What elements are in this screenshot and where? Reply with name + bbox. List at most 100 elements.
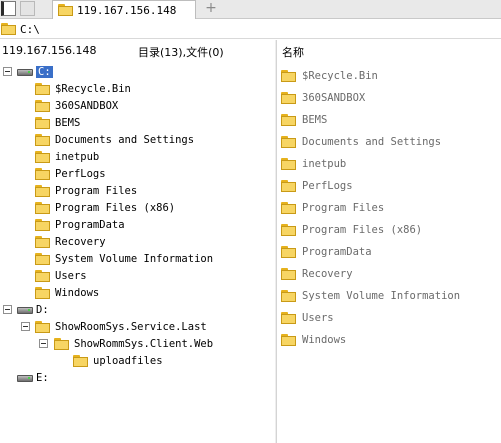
tree-node-e-drive[interactable]: E:: [17, 369, 49, 386]
tree-node-label: Windows: [55, 286, 100, 299]
folder-icon: [281, 92, 296, 104]
list-item[interactable]: PerfLogs: [281, 177, 353, 195]
list-item-label: Program Files (x86): [302, 224, 423, 236]
tree-node-d-drive[interactable]: D:: [17, 301, 49, 318]
folder-icon: [35, 82, 50, 95]
tree-node-uploadfiles[interactable]: uploadfiles: [73, 352, 163, 369]
folder-icon: [1, 23, 16, 35]
tab-current[interactable]: 119.167.156.148: [52, 0, 196, 19]
folder-icon: [281, 224, 296, 236]
item-counts: 目录(13),文件(0): [138, 46, 224, 59]
collapse-icon[interactable]: [39, 339, 48, 348]
tree-node-label: ProgramData: [55, 218, 125, 231]
tree-node-folder[interactable]: ProgramData: [35, 216, 125, 233]
list-item-label: BEMS: [302, 114, 328, 126]
list-item-label: $Recycle.Bin: [302, 70, 378, 82]
tree-node-label: inetpub: [55, 150, 100, 163]
list-item-label: ProgramData: [302, 246, 372, 258]
folder-icon: [281, 158, 296, 170]
tree-node-folder[interactable]: 360SANDBOX: [35, 97, 118, 114]
list-item[interactable]: Recovery: [281, 265, 353, 283]
folder-icon: [281, 202, 296, 214]
column-header-name[interactable]: 名称: [282, 44, 304, 60]
tree-node-label: Program Files (x86): [55, 201, 176, 214]
tab-bar: 119.167.156.148 +: [0, 0, 501, 19]
list-item-label: inetpub: [302, 158, 347, 170]
collapse-icon[interactable]: [3, 305, 12, 314]
folder-icon: [35, 218, 50, 231]
drive-icon: [17, 373, 33, 383]
list-item[interactable]: Program Files (x86): [281, 221, 422, 239]
list-item[interactable]: Windows: [281, 331, 346, 349]
list-item[interactable]: System Volume Information: [281, 287, 460, 305]
tree-node-label: D:: [36, 303, 49, 316]
tree-node-label: E:: [36, 371, 49, 384]
blank-page-icon[interactable]: [20, 1, 35, 16]
drive-icon: [17, 305, 33, 315]
folder-icon: [35, 150, 50, 163]
list-item-label: Recovery: [302, 268, 353, 280]
folder-icon: [54, 337, 69, 350]
tree-node-label: ShowRommSys.Client.Web: [74, 337, 214, 350]
path-bar[interactable]: C:\: [0, 20, 501, 39]
list-item[interactable]: inetpub: [281, 155, 346, 173]
folder-icon: [281, 268, 296, 280]
list-item[interactable]: $Recycle.Bin: [281, 67, 378, 85]
tree-node-folder[interactable]: Documents and Settings: [35, 131, 194, 148]
tree-node-service[interactable]: ShowRoomSys.Service.Last: [35, 318, 207, 335]
add-tab-button[interactable]: +: [204, 0, 218, 18]
list-item-label: Users: [302, 312, 334, 324]
tree-node-label: Program Files: [55, 184, 138, 197]
path-value: C:\: [20, 22, 40, 36]
tree-node-label: $Recycle.Bin: [55, 82, 131, 95]
list-item-label: Documents and Settings: [302, 136, 442, 148]
tab-title: 119.167.156.148: [77, 3, 177, 17]
tree-node-folder[interactable]: BEMS: [35, 114, 80, 131]
tree-node-client-web[interactable]: ShowRommSys.Client.Web: [54, 335, 213, 352]
folder-icon: [35, 167, 50, 180]
list-item[interactable]: Program Files: [281, 199, 384, 217]
folder-tree: C: $Recycle.Bin 360SANDBOX BEMS Documents a…: [0, 60, 275, 443]
tree-node-folder[interactable]: PerfLogs: [35, 165, 106, 182]
list-item-label: Windows: [302, 334, 347, 346]
list-item-label: System Volume Information: [302, 290, 461, 302]
tree-node-c-drive[interactable]: C:: [17, 63, 53, 80]
list-item[interactable]: Documents and Settings: [281, 133, 441, 151]
folder-icon: [281, 290, 296, 302]
collapse-icon[interactable]: [21, 322, 30, 331]
tree-node-label: Users: [55, 269, 87, 282]
tree-node-folder[interactable]: $Recycle.Bin: [35, 80, 131, 97]
folder-icon: [281, 312, 296, 324]
tree-node-folder[interactable]: inetpub: [35, 148, 99, 165]
folder-icon: [35, 116, 50, 129]
tree-node-folder[interactable]: Program Files: [35, 182, 137, 199]
list-item[interactable]: BEMS: [281, 111, 327, 129]
folder-icon: [281, 136, 296, 148]
tree-node-folder[interactable]: Users: [35, 267, 87, 284]
folder-icon: [35, 252, 50, 265]
folder-icon: [73, 354, 88, 367]
list-item[interactable]: Users: [281, 309, 334, 327]
folder-icon: [35, 269, 50, 282]
folder-icon: [281, 180, 296, 192]
folder-icon: [35, 99, 50, 112]
tree-node-folder[interactable]: Program Files (x86): [35, 199, 175, 216]
tree-node-label: PerfLogs: [55, 167, 106, 180]
collapse-icon[interactable]: [3, 67, 12, 76]
panel-toggle-icon[interactable]: [1, 1, 16, 16]
folder-icon: [35, 320, 50, 333]
list-item[interactable]: ProgramData: [281, 243, 372, 261]
folder-icon: [35, 286, 50, 299]
tree-node-label: System Volume Information: [55, 252, 214, 265]
tree-node-label: C:: [36, 65, 53, 78]
list-item-label: 360SANDBOX: [302, 92, 366, 104]
list-item[interactable]: 360SANDBOX: [281, 89, 365, 107]
folder-icon: [281, 114, 296, 126]
file-list: $Recycle.Bin 360SANDBOX BEMS Documents and …: [277, 60, 501, 443]
tree-node-folder[interactable]: Windows: [35, 284, 99, 301]
folder-icon: [281, 70, 296, 82]
tree-node-folder[interactable]: Recovery: [35, 233, 106, 250]
tree-node-label: BEMS: [55, 116, 81, 129]
folder-icon: [35, 133, 50, 146]
tree-node-folder[interactable]: System Volume Information: [35, 250, 213, 267]
